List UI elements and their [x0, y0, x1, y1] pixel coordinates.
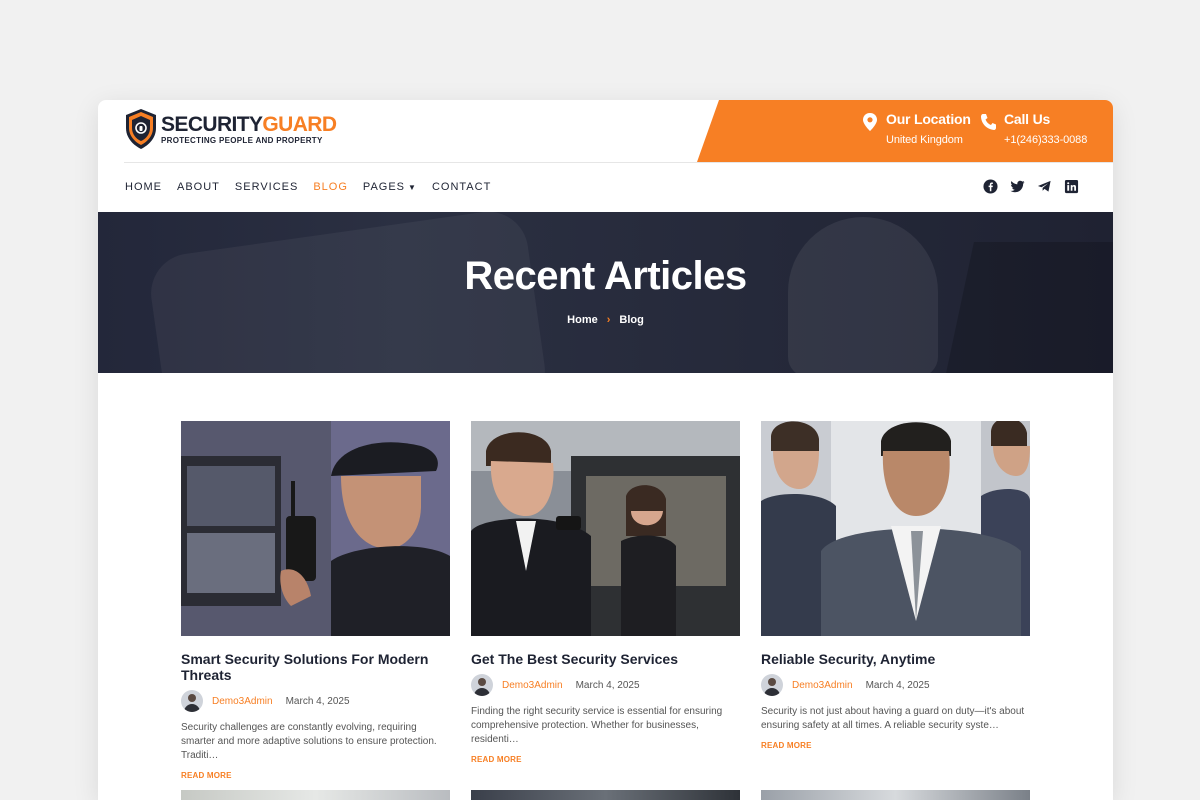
nav-item-pages-label: PAGES [362, 181, 406, 193]
location-value: United Kingdom [886, 134, 963, 146]
logo-tagline: PROTECTING PEOPLE AND PROPERTY [161, 136, 323, 145]
read-more-link[interactable]: READ MORE [181, 771, 450, 780]
page-title: Recent Articles [464, 254, 747, 298]
nav-item-pages[interactable]: PAGES ▼ [363, 181, 417, 193]
phone-icon [981, 114, 996, 130]
blog-card: Get The Best Security Services Demo3Admi… [471, 421, 740, 780]
location-pin-icon [863, 113, 877, 131]
nav-item-blog[interactable]: BLOG [313, 181, 348, 193]
post-title[interactable]: Reliable Security, Anytime [761, 651, 1030, 667]
twitter-icon[interactable] [1010, 179, 1025, 194]
blog-post-grid: Smart Security Solutions For Modern Thre… [181, 421, 1030, 780]
guard-radio-photo [181, 421, 450, 636]
breadcrumb: Home › Blog [98, 314, 1113, 326]
post-date: March 4, 2025 [865, 679, 930, 691]
social-links [983, 179, 1079, 194]
top-header: SECURITYGUARD PROTECTING PEOPLE AND PROP… [98, 100, 1113, 163]
post-meta: Demo3Admin March 4, 2025 [471, 674, 740, 696]
next-post-thumbnail-peek [761, 790, 1030, 800]
location-label: Our Location [886, 111, 971, 127]
post-meta: Demo3Admin March 4, 2025 [181, 690, 450, 712]
post-excerpt: Security is not just about having a guar… [761, 706, 1025, 731]
contact-panel: Our Location United Kingdom Call Us +1(2… [697, 100, 1113, 162]
post-date: March 4, 2025 [285, 695, 350, 707]
logo-title: SECURITYGUARD [161, 113, 337, 137]
read-more-link[interactable]: READ MORE [471, 755, 740, 764]
page-hero-banner: Recent Articles Home › Blog [98, 212, 1113, 373]
post-thumbnail[interactable] [181, 421, 450, 636]
logo-title-part1: SECURITY [161, 113, 263, 136]
post-date: March 4, 2025 [575, 679, 640, 691]
guards-at-car-photo [471, 421, 740, 636]
telegram-icon[interactable] [1037, 179, 1052, 194]
linkedin-icon[interactable] [1064, 179, 1079, 194]
site-logo[interactable]: SECURITYGUARD PROTECTING PEOPLE AND PROP… [124, 108, 337, 150]
nav-item-services[interactable]: SERVICES [235, 181, 298, 193]
blog-card: Reliable Security, Anytime Demo3Admin Ma… [761, 421, 1030, 780]
post-thumbnail[interactable] [471, 421, 740, 636]
call-info[interactable]: Call Us +1(246)333-0088 [980, 111, 1087, 146]
chevron-down-icon: ▼ [408, 183, 417, 192]
author-avatar [471, 674, 493, 696]
nav-item-contact[interactable]: CONTACT [432, 181, 491, 193]
post-excerpt: Finding the right security service is es… [471, 706, 723, 745]
post-thumbnail[interactable] [761, 421, 1030, 636]
business-guards-photo [761, 421, 1030, 636]
breadcrumb-current: Blog [619, 314, 644, 326]
post-author[interactable]: Demo3Admin [212, 696, 273, 707]
post-excerpt: Security challenges are constantly evolv… [181, 722, 437, 761]
main-navigation: HOME ABOUT SERVICES BLOG PAGES ▼ CONTACT [98, 162, 1113, 212]
blog-card: Smart Security Solutions For Modern Thre… [181, 421, 450, 780]
post-author[interactable]: Demo3Admin [792, 680, 853, 691]
author-avatar [761, 674, 783, 696]
post-author[interactable]: Demo3Admin [502, 680, 563, 691]
nav-item-home[interactable]: HOME [125, 181, 162, 193]
facebook-icon[interactable] [983, 179, 998, 194]
location-info[interactable]: Our Location United Kingdom [862, 111, 971, 146]
shield-logo-icon [126, 109, 156, 149]
browser-frame: SECURITYGUARD PROTECTING PEOPLE AND PROP… [98, 100, 1113, 800]
author-avatar [181, 690, 203, 712]
breadcrumb-home[interactable]: Home [567, 314, 598, 326]
post-title[interactable]: Get The Best Security Services [471, 651, 740, 667]
post-meta: Demo3Admin March 4, 2025 [761, 674, 1030, 696]
next-post-thumbnail-peek [181, 790, 450, 800]
next-post-thumbnail-peek [471, 790, 740, 800]
call-value: +1(246)333-0088 [1004, 134, 1088, 146]
nav-menu: HOME ABOUT SERVICES BLOG PAGES ▼ CONTACT [125, 181, 491, 193]
chevron-right-icon: › [606, 314, 611, 326]
nav-item-about[interactable]: ABOUT [177, 181, 220, 193]
logo-title-part2: GUARD [262, 113, 337, 136]
call-label: Call Us [1004, 111, 1051, 127]
post-title[interactable]: Smart Security Solutions For Modern Thre… [181, 651, 450, 683]
read-more-link[interactable]: READ MORE [761, 741, 1030, 750]
